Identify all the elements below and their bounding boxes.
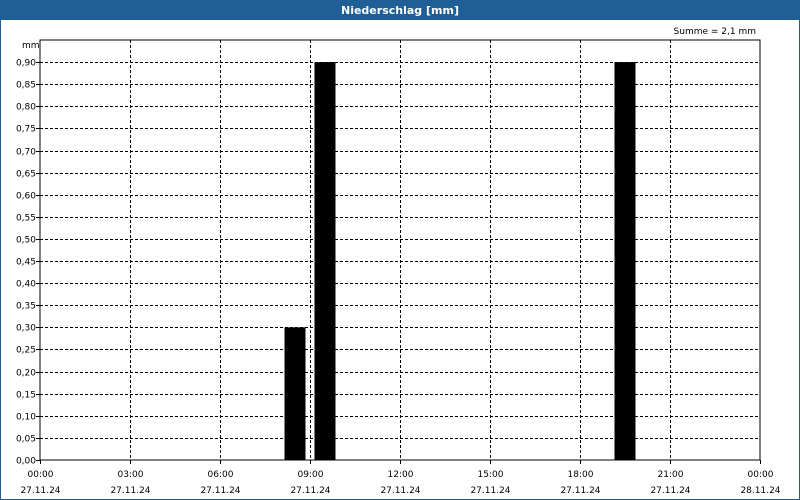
- x-tick-date: 27.11.24: [650, 486, 690, 496]
- y-tick-label: 0,25: [16, 346, 36, 356]
- precip-bar: [284, 327, 306, 460]
- x-tick-date: 27.11.24: [200, 486, 240, 496]
- x-axis: 00:00 27.11.24 03:00 27.11.24 06:00 27.11.24 0…: [20, 460, 781, 496]
- x-tick-time: 18:00: [568, 470, 594, 480]
- precip-bar: [614, 62, 636, 461]
- x-tick-time: 15:00: [478, 470, 504, 480]
- x-tick-time: 06:00: [208, 470, 234, 480]
- y-tick-label: 0,50: [16, 236, 36, 246]
- y-tick-label: 0,10: [16, 413, 36, 423]
- x-tick-date: 27.11.24: [20, 486, 60, 496]
- y-tick-label: 0,90: [16, 59, 36, 69]
- x-tick-time: 00:00: [748, 470, 774, 480]
- x-tick-date: 27.11.24: [290, 486, 330, 496]
- y-tick-label: 0,30: [16, 324, 36, 334]
- x-tick-date: 27.11.24: [470, 486, 510, 496]
- y-tick-label: 0,85: [16, 81, 36, 91]
- y-tick-label: 0,35: [16, 302, 36, 312]
- x-tick-time: 03:00: [118, 470, 144, 480]
- y-tick-label: 0,05: [16, 435, 36, 445]
- y-tick-label: 0,40: [16, 280, 36, 290]
- chart-svg: 0,00 0,05 0,10 0,15 0,20 0,25 0,30 0,35 0,40 0,45…: [16, 27, 781, 496]
- x-tick-date: 28.11.24: [740, 486, 780, 496]
- x-tick-time: 00:00: [28, 470, 54, 480]
- y-tick-label: 0,55: [16, 214, 36, 224]
- x-tick-date: 27.11.24: [110, 486, 150, 496]
- y-tick-label: 0,15: [16, 391, 36, 401]
- y-tick-label: 0,65: [16, 170, 36, 180]
- y-tick-label: 0,20: [16, 369, 36, 379]
- y-tick-label: 0,70: [16, 148, 36, 158]
- x-tick-time: 09:00: [298, 470, 324, 480]
- y-axis-unit: mm: [22, 41, 40, 51]
- y-tick-label: 0,75: [16, 125, 36, 135]
- x-tick-date: 27.11.24: [560, 486, 600, 496]
- y-tick-label: 0,80: [16, 103, 36, 113]
- precip-bar: [314, 62, 336, 461]
- y-tick-label: 0,45: [16, 258, 36, 268]
- x-tick-time: 21:00: [658, 470, 684, 480]
- x-tick-date: 27.11.24: [380, 486, 420, 496]
- sum-label: Summe = 2,1 mm: [674, 27, 756, 37]
- x-tick-time: 12:00: [388, 470, 414, 480]
- y-tick-label: 0,00: [16, 457, 36, 467]
- y-axis: 0,00 0,05 0,10 0,15 0,20 0,25 0,30 0,35 0,40 0,45…: [16, 59, 40, 467]
- y-tick-label: 0,60: [16, 192, 36, 202]
